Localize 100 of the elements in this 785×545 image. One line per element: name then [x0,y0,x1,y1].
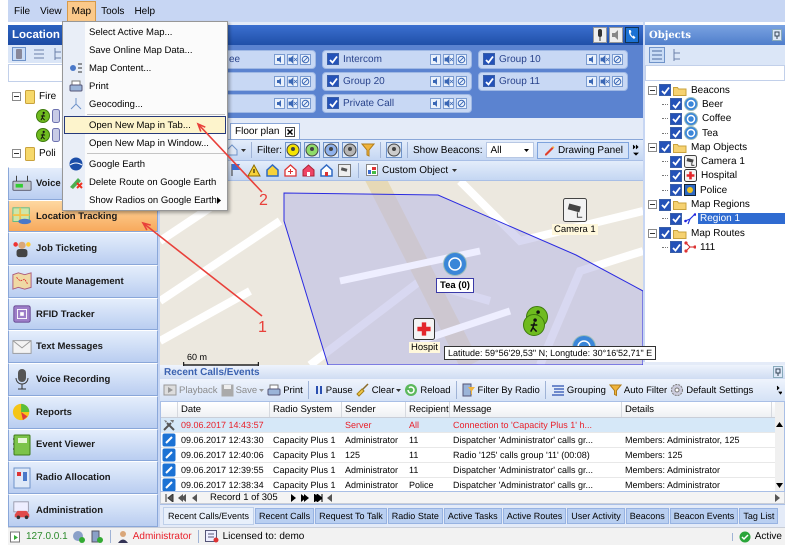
toolbar-button[interactable]: Grouping [550,384,606,396]
menu-item[interactable]: Google Earth [64,155,226,173]
group-chip[interactable]: Private Call [322,94,472,113]
nav-button[interactable]: RFID Tracker [8,298,158,330]
checkbox[interactable] [670,127,682,140]
collapse-icon[interactable] [12,149,21,158]
block-icon[interactable] [456,98,467,109]
checkbox[interactable] [670,112,682,125]
collapse-icon[interactable] [648,200,657,210]
camera-icon[interactable] [338,164,351,177]
panel-tab[interactable]: Beacons [626,508,669,524]
group-chip[interactable]: Intercom [322,50,472,69]
checkbox[interactable] [327,53,339,66]
menu-item[interactable]: Open New Map in Tab... [64,116,226,134]
toolbar-button[interactable]: Filter By Radio [462,383,540,397]
speaker-mute-icon[interactable] [599,54,610,65]
speaker-mute-icon[interactable] [443,54,454,65]
search-field[interactable] [645,65,785,81]
toolbar-button[interactable]: Pause [314,384,353,396]
menu-item[interactable]: Tools [96,2,130,20]
prev-icon[interactable] [191,494,198,502]
panel-tab[interactable]: User Activity [567,508,625,524]
tree-item[interactable]: Region 1 [698,213,785,224]
custom-object-button[interactable]: Custom Object [366,164,458,176]
tree-item[interactable]: Fire [39,91,56,102]
speaker-on-icon[interactable] [430,98,441,109]
filter-circle-icon[interactable] [304,142,320,158]
menu-item[interactable]: Geocoding... [64,95,226,113]
menu-item[interactable]: File [9,2,36,20]
checkbox[interactable] [670,184,682,196]
checkbox[interactable] [670,98,682,110]
checkbox[interactable] [483,53,495,66]
nav-button[interactable]: Administration [8,494,158,527]
toolbar-button[interactable]: Print [267,384,303,396]
first-page-icon[interactable] [165,494,174,502]
menu-item[interactable]: Map [66,0,96,22]
tree-item[interactable]: Beer [700,98,726,110]
flag-icon[interactable] [230,163,242,178]
panel-tab[interactable]: Recent Calls [255,508,314,524]
house-icon[interactable] [302,164,315,177]
panel-tab[interactable]: Tag List [739,508,778,524]
speaker-icon[interactable] [609,26,623,43]
overflow-icon[interactable] [776,385,782,395]
checkbox[interactable] [483,75,495,88]
house-icon[interactable] [266,164,279,177]
speaker-mute-icon[interactable] [443,76,454,87]
last-page-icon[interactable] [314,494,323,502]
checkbox[interactable] [659,84,671,96]
checkbox[interactable] [327,97,339,110]
tree-item[interactable]: Hospital [699,170,740,182]
block-icon[interactable] [612,76,623,87]
nav-button[interactable]: Job Ticketing [8,232,158,266]
scroll-right-icon[interactable] [775,494,780,502]
speaker-mute-icon[interactable] [287,98,298,109]
map-tab[interactable]: Floor plan [230,123,300,140]
speaker-on-icon[interactable] [586,54,597,65]
checkbox[interactable] [659,141,671,154]
speaker-on-icon[interactable] [274,54,285,65]
toolbar-button[interactable]: Auto Filter [608,384,668,396]
table-row[interactable]: 09.06.2017 12:39:55 Capacity Plus 1 Administrator 11 Dispatcher 'Administrator' calls gr... Members: Administrator [161,463,775,478]
checkbox[interactable] [327,75,339,88]
speaker-on-icon[interactable] [274,98,285,109]
menu-item[interactable]: Help [129,2,160,20]
nav-button[interactable]: Event Viewer [8,428,158,462]
block-icon[interactable] [300,54,311,65]
pin-icon[interactable] [772,29,782,41]
toolbar-button[interactable]: Reload [404,383,451,397]
filter-circle-icon[interactable] [342,142,358,158]
tree-item[interactable]: Coffee [700,113,734,124]
panel-tab[interactable]: Radio State [388,508,443,524]
scroll-left-icon[interactable] [326,494,332,502]
nav-button[interactable]: Reports [8,396,158,428]
tree-item[interactable]: Map Objects [689,142,750,153]
checkbox[interactable] [670,241,682,254]
checkbox[interactable] [659,198,671,211]
tree-item[interactable]: Poli [39,148,56,159]
group-chip[interactable]: Group 11 [478,72,628,91]
person-filter-icon[interactable] [386,142,402,158]
toolbar-button[interactable]: Clear [356,383,402,397]
house-icon[interactable] [320,164,333,177]
group-chip[interactable]: Group 20 [322,72,472,91]
table-row[interactable]: 09.06.2017 12:43:30 Capacity Plus 1 Administrator 11 Dispatcher 'Administrator' calls gr... Members: Administrator, 125 [161,433,775,448]
block-icon[interactable] [456,76,467,87]
warning-icon[interactable] [247,164,261,177]
tree-item[interactable]: Map Routes [689,228,747,239]
panel-tab[interactable]: Recent Calls/Events [163,506,254,524]
tree-item[interactable]: Beacons [689,84,732,96]
drawing-panel-button[interactable]: Drawing Panel [536,142,629,159]
tree-item[interactable]: 111 [698,242,718,253]
speaker-mute-icon[interactable] [443,98,454,109]
close-icon[interactable] [285,126,296,137]
speaker-on-icon[interactable] [430,76,441,87]
menu-item[interactable]: Delete Route on Google Earth [64,173,226,191]
list-icon[interactable] [32,47,46,61]
nav-button[interactable]: Voice Recording [8,363,158,396]
tree-item[interactable]: Police [698,184,730,196]
block-icon[interactable] [612,54,623,65]
nav-button[interactable]: Radio Allocation [8,461,158,494]
speaker-mute-icon[interactable] [287,54,298,65]
filter-circle-icon[interactable] [323,142,339,158]
